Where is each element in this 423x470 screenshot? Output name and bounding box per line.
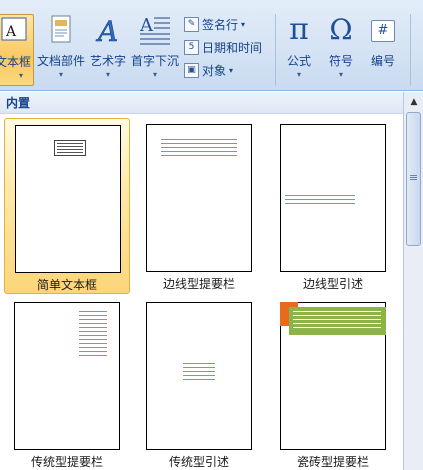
gallery-item-label: 边线型引述 <box>302 277 363 291</box>
chevron-down-icon: ▾ <box>241 19 246 29</box>
wordart-button[interactable]: A 艺术字 ▾ <box>88 14 128 86</box>
page-thumbnail <box>146 124 252 272</box>
gallery-item-simple-text-box[interactable]: 简单文本框 <box>4 118 130 294</box>
drop-cap-button[interactable]: A 首字下沉 ▾ <box>130 14 180 86</box>
gallery-item-label: 传统型引述 <box>168 455 229 469</box>
wordart-icon: A <box>95 15 119 46</box>
gallery-item-sideline-quote[interactable]: 边线型引述 <box>270 118 396 294</box>
section-header-builtin: 内置 <box>0 92 403 114</box>
quick-parts-icon <box>51 15 71 43</box>
text-box-button[interactable]: A 文本框 ▾ <box>0 14 34 86</box>
scroll-up-button[interactable]: ▲ <box>406 94 422 110</box>
svg-text:A: A <box>95 15 118 46</box>
equation-icon: π <box>289 12 309 47</box>
page-thumbnail <box>146 302 252 450</box>
symbol-label: 符号 <box>328 54 353 68</box>
drop-cap-label: 首字下沉 <box>130 54 179 68</box>
number-icon: # <box>371 20 395 42</box>
gallery-item-traditional-quote[interactable]: 传统型引述 <box>136 296 262 470</box>
gallery-item-label: 边线型提要栏 <box>162 277 235 291</box>
grip-icon <box>410 175 417 181</box>
symbol-icon: Ω <box>329 13 353 46</box>
equation-button[interactable]: π 公式 ▾ <box>280 14 318 86</box>
page-thumbnail <box>280 302 386 450</box>
object-icon: ▣ <box>184 62 199 78</box>
text-box-icon: A <box>1 17 27 41</box>
gallery-item-traditional-sidebar[interactable]: 传统型提要栏 <box>4 296 130 470</box>
quick-parts-label: 文档部件 <box>36 54 85 68</box>
drop-cap-icon: A <box>139 15 170 45</box>
chevron-down-icon: ▾ <box>229 65 234 75</box>
gallery-item-tile-sidebar[interactable]: 瓷砖型提要栏 <box>270 296 396 470</box>
gallery-item-label: 传统型提要栏 <box>30 455 103 469</box>
date-time-label: 日期和时间 <box>202 40 263 55</box>
date-time-icon: 5 <box>184 39 199 55</box>
number-button[interactable]: # 编号 <box>364 14 402 86</box>
chevron-down-icon: ▾ <box>296 70 301 79</box>
green-banner <box>289 307 386 335</box>
gallery-item-sideline-sidebar[interactable]: 边线型提要栏 <box>136 118 262 294</box>
ribbon-group-divider <box>275 14 276 86</box>
gallery-scrollbar[interactable]: ▲ <box>403 92 423 470</box>
signature-line-icon: ✎ <box>184 16 199 32</box>
object-button[interactable]: ▣ 对象 ▾ <box>184 60 233 80</box>
gallery-item-label: 简单文本框 <box>36 278 97 292</box>
chevron-down-icon: ▾ <box>105 70 110 79</box>
chevron-down-icon: ▾ <box>152 70 157 79</box>
signature-line-button[interactable]: ✎ 签名行 ▾ <box>184 14 245 34</box>
page-thumbnail <box>280 124 386 272</box>
chevron-down-icon: ▾ <box>338 70 343 79</box>
wordart-label: 艺术字 <box>89 54 126 68</box>
number-label: 编号 <box>370 54 395 68</box>
text-box-preview <box>54 140 86 156</box>
text-box-gallery: 内置 简单文本框 边线型提要栏 边线型引述 传统型提要栏 传统型引述 瓷砖型提要… <box>0 92 403 470</box>
gallery-item-label: 瓷砖型提要栏 <box>296 455 369 469</box>
svg-text:A: A <box>5 24 17 40</box>
page-thumbnail <box>15 125 121 273</box>
date-time-button[interactable]: 5 日期和时间 <box>184 37 262 57</box>
page-thumbnail <box>14 302 120 450</box>
symbol-button[interactable]: Ω 符号 ▾ <box>322 14 360 86</box>
insert-ribbon: A 文本框 ▾ 文档部件 ▾ A 艺术字 ▾ A 首字下沉 ▾ ✎ 签名行 ▾ … <box>0 0 423 91</box>
quick-parts-button[interactable]: 文档部件 ▾ <box>36 14 86 86</box>
signature-line-label: 签名行 <box>202 17 239 32</box>
object-label: 对象 <box>202 63 227 78</box>
svg-text:A: A <box>139 15 154 36</box>
chevron-down-icon: ▾ <box>58 70 63 79</box>
chevron-down-icon: ▾ <box>18 71 23 80</box>
text-box-label: 文本框 <box>0 55 31 69</box>
equation-label: 公式 <box>286 54 311 68</box>
ribbon-group-divider <box>410 14 411 86</box>
scroll-thumb[interactable] <box>406 112 421 246</box>
